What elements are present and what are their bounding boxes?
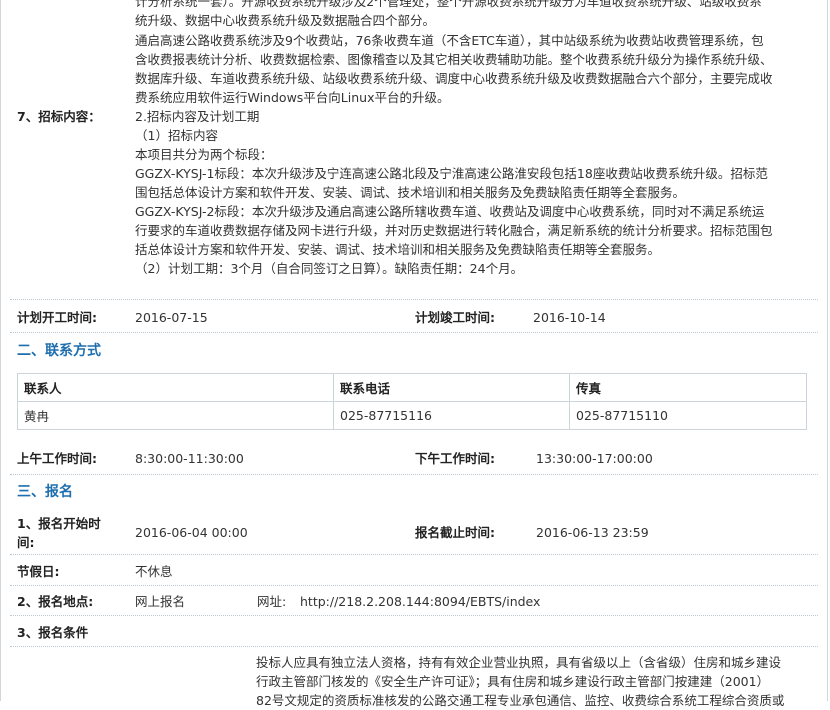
- plan-start-label: 计划开工时间:: [17, 310, 97, 325]
- intro-line: 计分析系统一套）。开源收费系统升级涉及2个管理处，整个开源收费系统升级分为车道收…: [135, 0, 762, 9]
- holiday-value: 不休息: [135, 564, 173, 579]
- divider: [10, 615, 818, 616]
- bid-content-line: 本项目共分为两个标段：: [135, 147, 273, 162]
- pm-hours-value: 13:30:00-17:00:00: [536, 451, 653, 466]
- contact-table: 联系人 联系电话 传真 黄冉 025-87715116 025-87715110: [17, 373, 807, 430]
- am-hours-label: 上午工作时间:: [17, 451, 97, 466]
- bid-content-line: （1）招标内容: [135, 128, 218, 143]
- divider: [10, 585, 818, 586]
- divider: [10, 646, 818, 647]
- plan-end-value: 2016-10-14: [533, 310, 606, 325]
- bid-content-line: 2.招标内容及计划工期: [135, 109, 260, 124]
- reg-place-label: 2、报名地点:: [17, 594, 94, 609]
- pm-hours-label: 下午工作时间:: [415, 451, 495, 466]
- reg-conditions-label: 3、报名条件: [17, 625, 89, 640]
- bid-content-line: 围包括总体设计方案和软件开发、安装、调试、技术培训和相关服务及免费缺陷责任期等全…: [135, 185, 686, 200]
- table-header-row: 联系人 联系电话 传真: [17, 373, 807, 402]
- intro-line: 数据库升级、车道收费系统升级、站级收费系统升级、调度中心收费系统升级及收费数据融…: [135, 71, 773, 86]
- am-hours-value: 8:30:00-11:30:00: [135, 451, 244, 466]
- table-header-cell: 联系人: [17, 373, 334, 402]
- table-header-cell: 传真: [569, 373, 807, 402]
- url-label: 网址:: [257, 594, 287, 609]
- section-title-registration: 三、报名: [17, 484, 73, 500]
- bid-content-label: 7、招标内容：: [17, 109, 101, 124]
- divider: [10, 554, 818, 555]
- bid-content-line: （2）计划工期：3个月（自合同签订之日算）。缺陷责任期：24个月。: [135, 261, 524, 276]
- divider: [10, 332, 818, 333]
- reg-deadline-label: 报名截止时间:: [415, 525, 495, 540]
- bid-content-line: GGZX-KYSJ-1标段：本次升级涉及宁连高速公路北段及宁淮高速公路淮安段包括…: [135, 166, 768, 181]
- table-cell: 025-87715116: [333, 401, 570, 430]
- intro-line: 统升级、数据中心收费系统升级及数据融合四个部分。: [135, 13, 436, 28]
- reg-start-label: 1、报名开始时: [17, 516, 101, 531]
- reg-start-label: 间:: [17, 535, 35, 550]
- registration-url-link[interactable]: http://218.2.208.144:8094/EBTS/index: [300, 592, 540, 611]
- section-title-contact: 二、联系方式: [17, 343, 101, 359]
- conditions-line: 投标人应具有独立法人资格，持有有效企业营业执照，具有省级以上（含省级）住房和城乡…: [256, 655, 782, 670]
- reg-place-value: 网上报名: [135, 594, 186, 609]
- table-cell: 025-87715110: [569, 401, 807, 430]
- intro-line: 通启高速公路收费系统涉及9个收费站，76条收费车道（不含ETC车道），其中站级系…: [135, 33, 764, 48]
- reg-deadline-value: 2016-06-13 23:59: [536, 525, 649, 540]
- divider: [10, 474, 818, 475]
- table-cell: 黄冉: [17, 401, 334, 430]
- table-header-cell: 联系电话: [333, 373, 570, 402]
- plan-end-label: 计划竣工时间:: [415, 310, 495, 325]
- intro-line: 含收费报表统计分析、收费数据检索、图像稽查以及其它相关收费辅助功能。整个收费系统…: [135, 52, 773, 67]
- bid-content-line: GGZX-KYSJ-2标段：本次升级涉及通启高速公路所辖收费车道、收费站及调度中…: [135, 204, 765, 219]
- intro-line: 费系统应用软件运行Windows平台向Linux平台的升级。: [135, 90, 450, 105]
- plan-start-value: 2016-07-15: [135, 310, 208, 325]
- holiday-label: 节假日:: [17, 564, 60, 579]
- bid-content-line: 行要求的车道收费数据存储及网卡进行升级，并对历史数据进行转化融合，满足新系统的统…: [135, 223, 773, 238]
- reg-start-value: 2016-06-04 00:00: [135, 525, 248, 540]
- divider: [10, 299, 818, 300]
- bid-content-line: 括总体设计方案和软件开发、安装、调试、技术培训和相关服务及免费缺陷责任期等全套服…: [135, 242, 661, 257]
- table-row: 黄冉 025-87715116 025-87715110: [17, 401, 807, 430]
- conditions-line: 行政主管部门核发的《安全生产许可证》；具有住房和城乡建设行政主管部门按建建（20…: [256, 674, 770, 689]
